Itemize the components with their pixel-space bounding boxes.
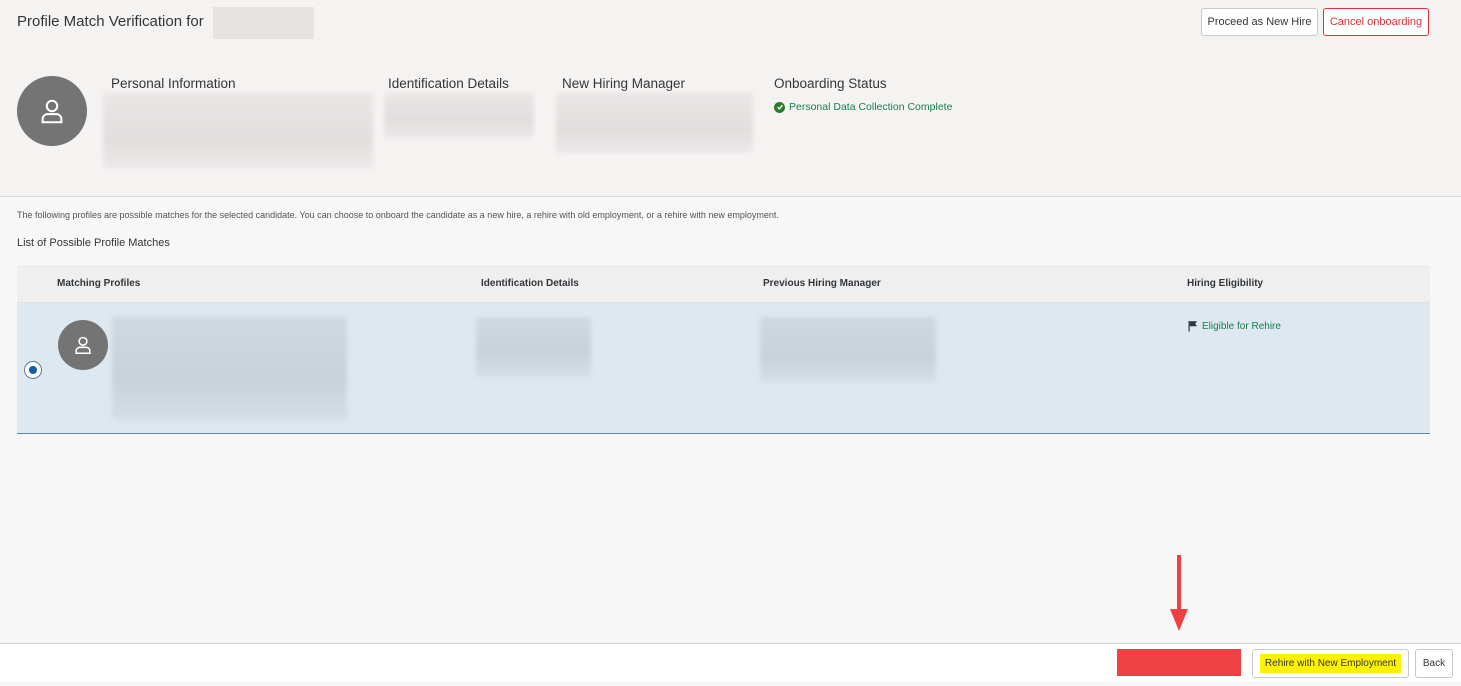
- column-header-identification-details: Identification Details: [481, 278, 579, 289]
- redacted-matching-profile: [112, 317, 347, 420]
- page-title: Profile Match Verification for: [17, 13, 204, 30]
- redacted-button: [1117, 649, 1241, 676]
- hiring-eligibility: Eligible for Rehire: [1187, 320, 1281, 332]
- match-avatar: [58, 320, 108, 370]
- redacted-previous-manager: [760, 317, 936, 382]
- object-header: Profile Match Verification for Proceed a…: [0, 0, 1461, 197]
- redacted-candidate-name: [213, 7, 314, 39]
- eligibility-text: Eligible for Rehire: [1202, 320, 1281, 332]
- identification-details-heading: Identification Details: [388, 76, 509, 91]
- proceed-as-new-hire-button[interactable]: Proceed as New Hire: [1201, 8, 1318, 36]
- column-header-hiring-eligibility: Hiring Eligibility: [1187, 278, 1264, 289]
- column-header-previous-hiring-manager: Previous Hiring Manager: [763, 278, 881, 289]
- redacted-new-hiring-manager: [556, 93, 753, 153]
- candidate-avatar: [17, 76, 87, 146]
- back-button[interactable]: Back: [1415, 649, 1453, 678]
- onboarding-status: Personal Data Collection Complete: [774, 101, 952, 113]
- rehire-label: Rehire with New Employment: [1259, 654, 1402, 673]
- match-description: The following profiles are possible matc…: [17, 210, 779, 220]
- footer-toolbar: Rehire with New Employment Back: [0, 643, 1461, 682]
- redacted-identification: [476, 317, 591, 377]
- person-icon: [75, 336, 91, 355]
- column-header-matching-profiles: Matching Profiles: [57, 278, 141, 289]
- radio-selected-icon: [29, 366, 37, 374]
- redacted-personal-information: [103, 93, 373, 168]
- check-circle-icon: [774, 101, 785, 113]
- redacted-identification-details: [384, 93, 534, 138]
- person-icon: [41, 99, 63, 124]
- personal-information-heading: Personal Information: [111, 76, 236, 91]
- onboarding-status-text: Personal Data Collection Complete: [789, 101, 953, 113]
- new-hiring-manager-heading: New Hiring Manager: [562, 76, 686, 91]
- table-row[interactable]: Eligible for Rehire: [17, 303, 1430, 434]
- row-select-radio[interactable]: [24, 361, 42, 379]
- onboarding-status-heading: Onboarding Status: [774, 76, 887, 91]
- rehire-with-new-employment-button[interactable]: Rehire with New Employment: [1252, 649, 1409, 678]
- table-header: Matching Profiles Identification Details…: [17, 265, 1430, 303]
- flag-icon: [1188, 321, 1197, 332]
- cancel-onboarding-button[interactable]: Cancel onboarding: [1323, 8, 1429, 36]
- list-title: List of Possible Profile Matches: [17, 237, 170, 249]
- annotation-arrow-icon: [1170, 555, 1188, 631]
